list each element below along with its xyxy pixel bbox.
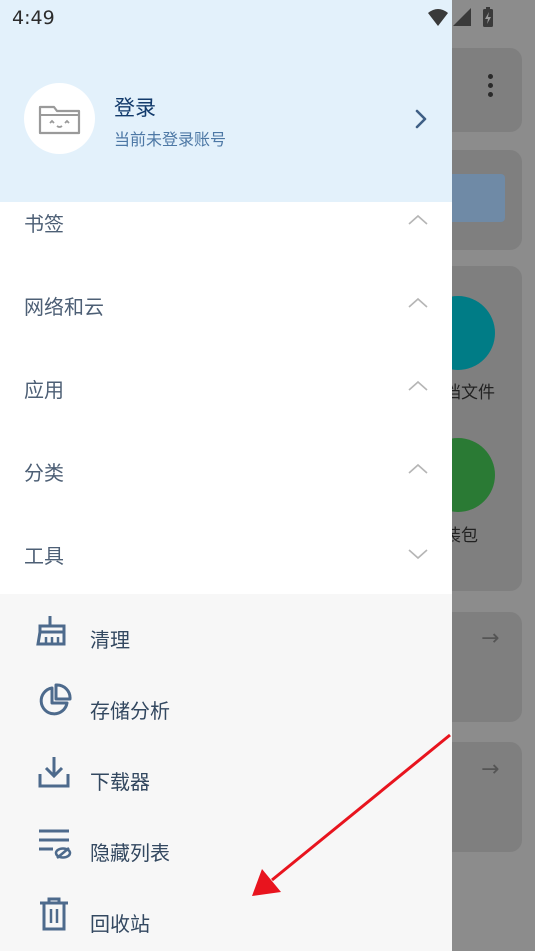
pie-chart-icon — [39, 683, 72, 716]
section-categories[interactable]: 分类 — [0, 439, 452, 499]
chevron-down-icon[interactable] — [406, 546, 430, 562]
section-label: 工具 — [24, 544, 64, 568]
chevron-up-icon[interactable] — [406, 212, 430, 228]
battery-icon — [483, 7, 493, 27]
tool-label: 存储分析 — [90, 699, 170, 723]
trash-icon — [40, 897, 68, 931]
tool-label: 清理 — [90, 628, 130, 652]
tool-item-clean[interactable]: 清理 — [0, 600, 452, 660]
signal-icon — [453, 8, 471, 26]
tools-list: 清理 存储分析 下载器 隐藏列表 回收站 — [0, 594, 452, 951]
folder-face-icon — [38, 105, 81, 135]
navigation-drawer: 登录 当前未登录账号 书签 网络和云 应用 分类 工具 清理 存储分析 下载器 … — [0, 0, 452, 951]
tool-item-storage-analysis[interactable]: 存储分析 — [0, 671, 452, 731]
section-bookmarks[interactable]: 书签 — [0, 190, 452, 250]
section-label: 分类 — [24, 461, 64, 485]
chevron-right-icon[interactable] — [410, 107, 432, 131]
wifi-icon — [428, 9, 448, 26]
login-subtitle: 当前未登录账号 — [114, 130, 227, 149]
tool-item-recycle-bin[interactable]: 回收站 — [0, 884, 452, 944]
overflow-menu-icon — [484, 74, 496, 101]
tool-item-downloader[interactable]: 下载器 — [0, 742, 452, 802]
arrow-right-icon: → — [481, 757, 500, 782]
status-time: 4:49 — [12, 7, 55, 29]
tool-item-hidden-list[interactable]: 隐藏列表 — [0, 813, 452, 873]
section-tools[interactable]: 工具 — [0, 522, 452, 582]
chevron-up-icon[interactable] — [406, 461, 430, 477]
background-toolbar — [440, 48, 522, 132]
section-label: 网络和云 — [24, 295, 104, 319]
section-apps[interactable]: 应用 — [0, 356, 452, 416]
section-label: 应用 — [24, 378, 64, 402]
chevron-up-icon[interactable] — [406, 295, 430, 311]
avatar[interactable] — [24, 83, 95, 154]
status-bar: 4:49 — [0, 0, 535, 38]
section-label: 书签 — [24, 212, 64, 236]
hidden-list-icon — [39, 829, 72, 859]
tool-label: 回收站 — [90, 912, 150, 936]
status-icons — [428, 7, 493, 27]
tool-label: 隐藏列表 — [90, 841, 170, 865]
tool-label: 下载器 — [90, 770, 150, 794]
section-network-cloud[interactable]: 网络和云 — [0, 273, 452, 333]
login-title[interactable]: 登录 — [114, 92, 156, 122]
chevron-up-icon[interactable] — [406, 378, 430, 394]
download-icon — [38, 757, 70, 788]
arrow-right-icon: → — [481, 626, 500, 651]
broom-icon — [36, 616, 66, 646]
